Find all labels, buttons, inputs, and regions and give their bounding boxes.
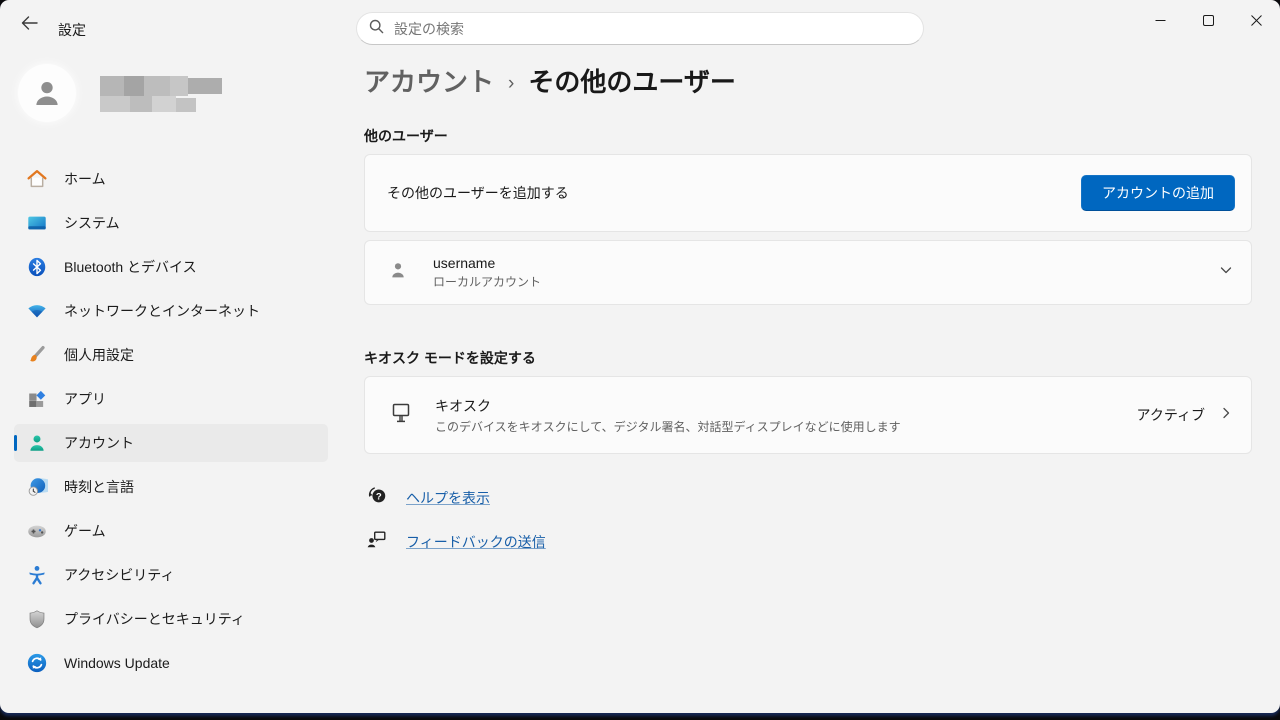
add-user-label: その他のユーザーを追加する <box>387 183 569 203</box>
system-icon <box>26 212 48 234</box>
send-feedback-link[interactable]: フィードバックの送信 <box>406 532 546 552</box>
sidebar-item-label: プライバシーとセキュリティ <box>64 609 245 629</box>
section-heading-kiosk: キオスク モードを設定する <box>364 348 536 368</box>
kiosk-icon <box>389 401 413 430</box>
settings-window: 設定 <box>0 0 1280 713</box>
feedback-icon <box>366 528 388 555</box>
sidebar-item-accessibility[interactable]: アクセシビリティ <box>14 556 328 594</box>
sidebar-item-apps[interactable]: アプリ <box>14 380 328 418</box>
app-title: 設定 <box>58 20 86 40</box>
add-user-row: その他のユーザーを追加する アカウントの追加 <box>364 154 1252 232</box>
get-help-row: ? ヘルプを表示 <box>366 484 546 511</box>
update-icon <box>26 652 48 674</box>
close-button[interactable] <box>1232 1 1280 39</box>
sidebar-item-home[interactable]: ホーム <box>14 160 328 198</box>
sidebar-item-gaming[interactable]: ゲーム <box>14 512 328 550</box>
accessibility-icon <box>26 564 48 586</box>
sidebar-item-network[interactable]: ネットワークとインターネット <box>14 292 328 330</box>
accounts-icon <box>26 432 48 454</box>
sidebar-item-personalization[interactable]: 個人用設定 <box>14 336 328 374</box>
page-title: その他のユーザー <box>528 62 735 99</box>
breadcrumb-accounts[interactable]: アカウント <box>364 62 494 99</box>
kiosk-title: キオスク <box>435 396 901 416</box>
section-heading-other-users: 他のユーザー <box>364 126 448 146</box>
close-icon <box>1251 15 1262 26</box>
breadcrumb-separator-icon: › <box>508 73 514 95</box>
person-icon <box>30 76 64 110</box>
search-icon <box>369 19 384 39</box>
home-icon <box>26 168 48 190</box>
sidebar-item-label: Bluetooth とデバイス <box>64 257 197 277</box>
user-name: username <box>433 255 541 271</box>
apps-icon <box>26 388 48 410</box>
window-controls <box>1136 1 1280 39</box>
back-arrow-icon <box>21 16 38 33</box>
time-language-icon <box>26 476 48 498</box>
sidebar-item-privacy[interactable]: プライバシーとセキュリティ <box>14 600 328 638</box>
sidebar-item-label: Windows Update <box>64 655 170 671</box>
sidebar-item-windows-update[interactable]: Windows Update <box>14 644 328 682</box>
redacted-username <box>100 74 222 112</box>
sidebar-nav: ホーム システム Bluetooth とデバイス ネットワークとインターネット <box>0 160 342 688</box>
paintbrush-icon <box>26 344 48 366</box>
sidebar-item-bluetooth[interactable]: Bluetooth とデバイス <box>14 248 328 286</box>
help-icon: ? <box>366 484 388 511</box>
minimize-icon <box>1155 15 1166 26</box>
maximize-button[interactable] <box>1184 1 1232 39</box>
search-box <box>356 12 924 45</box>
svg-text:?: ? <box>376 492 382 503</box>
kiosk-row[interactable]: キオスク このデバイスをキオスクにして、デジタル署名、対話型ディスプレイなどに使… <box>364 376 1252 454</box>
minimize-button[interactable] <box>1136 1 1184 39</box>
sidebar-item-label: アカウント <box>64 433 134 453</box>
sidebar-item-label: アプリ <box>64 389 106 409</box>
user-person-icon <box>387 259 409 286</box>
sidebar-item-label: システム <box>64 213 120 233</box>
network-wifi-icon <box>26 300 48 322</box>
get-help-link[interactable]: ヘルプを表示 <box>406 488 490 508</box>
sidebar-item-accounts[interactable]: アカウント <box>14 424 328 462</box>
user-profile-block[interactable] <box>18 64 222 122</box>
sidebar-item-label: ホーム <box>64 169 106 189</box>
shield-icon <box>26 608 48 630</box>
sidebar: ホーム システム Bluetooth とデバイス ネットワークとインターネット <box>0 48 348 713</box>
sidebar-item-system[interactable]: システム <box>14 204 328 242</box>
sidebar-item-label: ゲーム <box>64 521 106 541</box>
chevron-right-icon <box>1219 406 1233 425</box>
user-account-type: ローカルアカウント <box>433 273 541 290</box>
add-account-button[interactable]: アカウントの追加 <box>1081 175 1235 211</box>
sidebar-item-label: 個人用設定 <box>64 345 134 365</box>
gamepad-icon <box>26 520 48 542</box>
titlebar: 設定 <box>0 0 1280 48</box>
sidebar-item-time-language[interactable]: 時刻と言語 <box>14 468 328 506</box>
help-links: ? ヘルプを表示 フィードバックの送信 <box>366 484 546 572</box>
sidebar-item-label: 時刻と言語 <box>64 477 134 497</box>
maximize-icon <box>1203 15 1214 26</box>
sidebar-item-label: ネットワークとインターネット <box>64 301 260 321</box>
main-content: アカウント › その他のユーザー 他のユーザー その他のユーザーを追加する アカ… <box>364 48 1280 713</box>
sidebar-item-label: アクセシビリティ <box>64 565 174 585</box>
bluetooth-icon <box>26 256 48 278</box>
kiosk-description: このデバイスをキオスクにして、デジタル署名、対話型ディスプレイなどに使用します <box>435 418 901 435</box>
chevron-down-icon <box>1219 263 1233 282</box>
avatar <box>18 64 76 122</box>
kiosk-status: アクティブ <box>1137 405 1205 425</box>
feedback-row: フィードバックの送信 <box>366 528 546 555</box>
back-button[interactable] <box>10 8 48 40</box>
search-input[interactable] <box>394 21 911 37</box>
user-account-row[interactable]: username ローカルアカウント <box>364 240 1252 305</box>
breadcrumb: アカウント › その他のユーザー <box>364 62 736 99</box>
